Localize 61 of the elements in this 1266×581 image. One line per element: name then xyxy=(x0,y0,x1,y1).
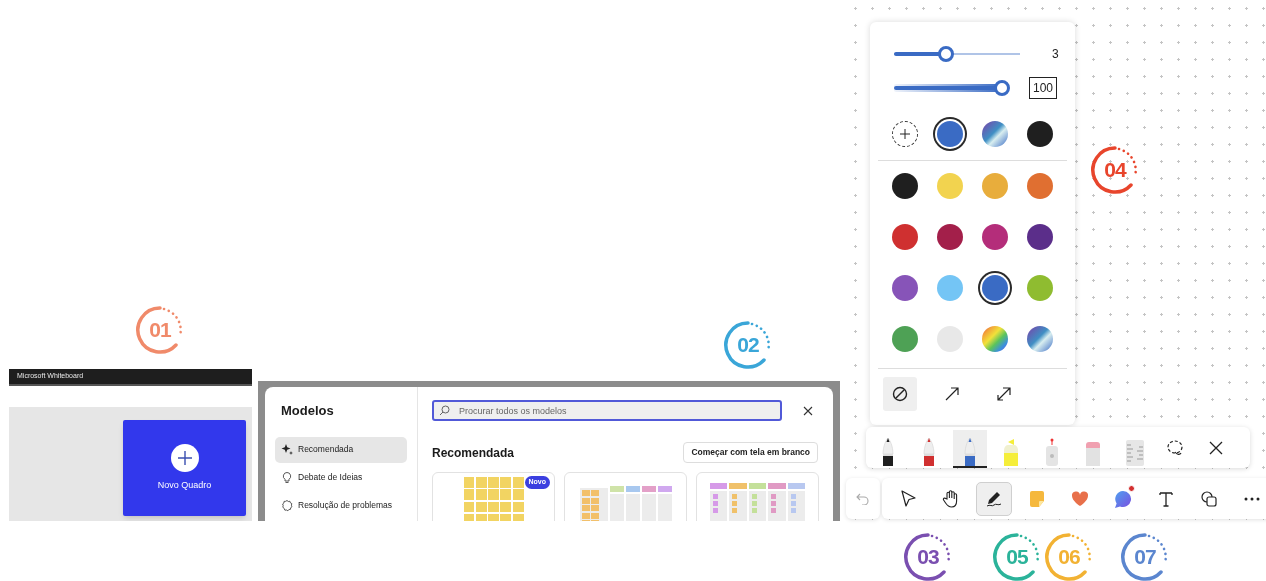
step-number-badge: 07 xyxy=(1119,531,1171,581)
shapes-icon xyxy=(1199,488,1219,509)
color-swatch[interactable] xyxy=(982,275,1009,301)
color-swatch[interactable] xyxy=(1027,224,1054,250)
close-icon xyxy=(1209,441,1223,455)
color-swatch[interactable] xyxy=(891,326,918,352)
color-swatch[interactable] xyxy=(936,121,963,147)
heart-icon xyxy=(1070,488,1090,509)
gear-icon xyxy=(281,499,293,512)
opacity-value-field[interactable]: 100 xyxy=(1029,77,1058,99)
step-number-badge: 06 xyxy=(1043,531,1095,581)
step-number-badge: 05 xyxy=(991,531,1043,581)
thickness-value: 3 xyxy=(1052,46,1059,63)
color-swatch[interactable] xyxy=(982,173,1009,199)
color-swatch[interactable] xyxy=(982,224,1009,250)
color-swatch[interactable] xyxy=(891,224,918,250)
rainbow-swatch[interactable] xyxy=(982,326,1009,352)
comment-icon xyxy=(1113,488,1133,509)
step-number-badge: 01 xyxy=(134,304,186,356)
blank-canvas-button[interactable]: Começar com tela em branco xyxy=(683,442,818,463)
plus-icon xyxy=(899,129,910,139)
lasso-icon xyxy=(1166,439,1184,457)
undo-icon xyxy=(856,492,870,505)
plus-icon xyxy=(170,443,199,472)
category-item[interactable]: Recomendada xyxy=(275,436,407,463)
template-thumbnail xyxy=(463,477,524,521)
line-end-button[interactable] xyxy=(883,377,917,411)
close-icon[interactable] xyxy=(802,404,814,417)
color-swatch[interactable] xyxy=(891,275,918,301)
slider-thumb[interactable] xyxy=(937,46,954,62)
pen-tray-item[interactable] xyxy=(953,430,987,468)
no-arrow-icon xyxy=(892,386,908,402)
new-board-button[interactable]: Novo Quadro xyxy=(123,420,246,516)
search-field[interactable]: Procurar todos os modelos xyxy=(432,400,782,421)
color-swatch[interactable] xyxy=(1027,173,1054,199)
color-swatch[interactable] xyxy=(1027,121,1054,147)
double-arrow-icon xyxy=(996,386,1012,402)
section-heading: Recomendada xyxy=(432,444,515,462)
sparkle-icon xyxy=(281,443,293,456)
step-number-badge: 02 xyxy=(722,319,774,371)
toolbar-button[interactable] xyxy=(976,481,1012,516)
pointer-icon xyxy=(898,488,918,509)
arrow-icon xyxy=(944,386,960,402)
search-icon xyxy=(439,405,450,416)
step-number-badge: 04 xyxy=(1089,144,1141,196)
sticky-note-icon xyxy=(1027,488,1047,509)
dialog-title: Modelos xyxy=(281,402,335,420)
slider-thumb[interactable] xyxy=(994,80,1010,96)
color-swatch[interactable] xyxy=(936,275,963,301)
more-icon[interactable] xyxy=(1244,496,1260,501)
color-swatch[interactable] xyxy=(891,173,918,199)
color-swatch[interactable] xyxy=(936,224,963,250)
category-item[interactable]: Debate de Ideias xyxy=(275,464,407,491)
galaxy-swatch[interactable] xyxy=(982,121,1009,147)
step-number-badge: 03 xyxy=(902,531,954,581)
bulb-icon xyxy=(281,471,293,484)
galaxy-swatch[interactable] xyxy=(1027,326,1054,352)
category-item[interactable]: Resolução de problemas xyxy=(275,492,407,519)
color-swatch[interactable] xyxy=(936,173,963,199)
color-swatch[interactable] xyxy=(1027,275,1054,301)
ruler-icon xyxy=(1123,438,1145,466)
